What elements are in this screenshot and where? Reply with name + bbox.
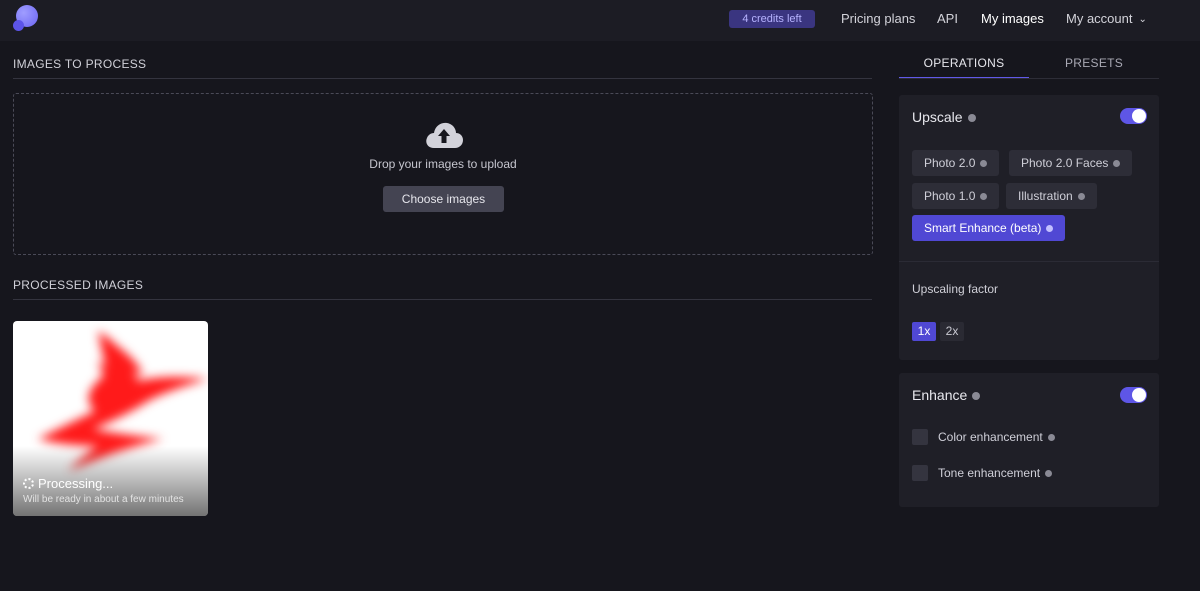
option-label: Color enhancement [938,430,1043,444]
factor-2x[interactable]: 2x [940,322,964,341]
model-label: Illustration [1018,189,1073,203]
model-smart-enhance[interactable]: Smart Enhance (beta) [912,215,1066,241]
toggle-knob [1132,109,1146,123]
model-illustration[interactable]: Illustration [1006,183,1097,209]
processing-status-text: Processing... [38,476,114,491]
nav-my-account[interactable]: My account ⌄ [1066,10,1147,28]
credits-badge[interactable]: 4 credits left [729,10,815,28]
info-icon [1046,225,1054,232]
factor-1x[interactable]: 1x [912,322,936,341]
brand-logo-icon[interactable] [13,5,39,31]
model-photo-2-0-faces[interactable]: Photo 2.0 Faces [1009,150,1133,176]
processed-images-title: PROCESSED IMAGES [13,278,144,292]
processed-image-card[interactable]: Processing... Will be ready in about a f… [13,321,208,516]
section-divider [13,78,872,79]
choose-images-button[interactable]: Choose images [383,186,504,212]
upscale-title-text: Upscale [912,109,963,125]
info-icon[interactable] [967,114,976,122]
model-label: Smart Enhance (beta) [924,221,1042,235]
nav-pricing-plans[interactable]: Pricing plans [841,10,915,28]
tab-operations[interactable]: OPERATIONS [899,51,1029,79]
option-label: Tone enhancement [938,466,1041,480]
model-label: Photo 2.0 Faces [1021,156,1109,170]
enhance-card: Enhance Color enhancement Tone enhanceme… [899,373,1159,507]
model-photo-1-0[interactable]: Photo 1.0 [912,183,1000,209]
nav-my-images[interactable]: My images [981,10,1044,28]
info-icon[interactable] [972,392,981,400]
model-photo-2-0[interactable]: Photo 2.0 [912,150,1000,176]
upscale-toggle[interactable] [1120,108,1147,124]
processing-eta: Will be ready in about a few minutes [23,494,184,505]
top-navbar: 4 credits left Pricing plans API My imag… [0,0,1200,41]
model-label: Photo 2.0 [924,156,976,170]
tab-underline [899,78,1159,79]
nav-my-account-label: My account [1066,11,1133,26]
color-enhancement-label[interactable]: Color enhancement [938,430,1055,444]
info-icon [1077,193,1085,200]
tone-enhancement-checkbox[interactable] [912,465,928,481]
info-icon [980,193,988,200]
color-enhancement-checkbox[interactable] [912,429,928,445]
info-icon [1045,470,1053,477]
chevron-down-icon: ⌄ [1138,14,1147,25]
drop-instructions: Drop your images to upload [369,157,517,171]
model-label: Photo 1.0 [924,189,976,203]
section-divider [13,299,872,300]
upscale-title: Upscale [912,109,976,125]
info-icon [1047,434,1055,441]
nav-api[interactable]: API [937,10,958,28]
enhance-toggle[interactable] [1120,387,1147,403]
images-to-process-title: IMAGES TO PROCESS [13,57,147,71]
info-icon [1113,160,1121,167]
tone-enhancement-label[interactable]: Tone enhancement [938,466,1053,480]
processing-status: Processing... [23,476,113,491]
tab-presets[interactable]: PRESETS [1029,51,1159,79]
spinner-icon [23,478,34,489]
upscaling-factor-section: Upscaling factor 1x 2x [899,262,1159,360]
toggle-knob [1132,388,1146,402]
upload-dropzone[interactable]: Drop your images to upload Choose images [13,93,873,255]
upscaling-factor-label: Upscaling factor [912,282,999,296]
cloud-upload-icon [426,122,463,148]
info-icon [980,160,988,167]
enhance-title-text: Enhance [912,387,968,403]
enhance-title: Enhance [912,387,981,403]
